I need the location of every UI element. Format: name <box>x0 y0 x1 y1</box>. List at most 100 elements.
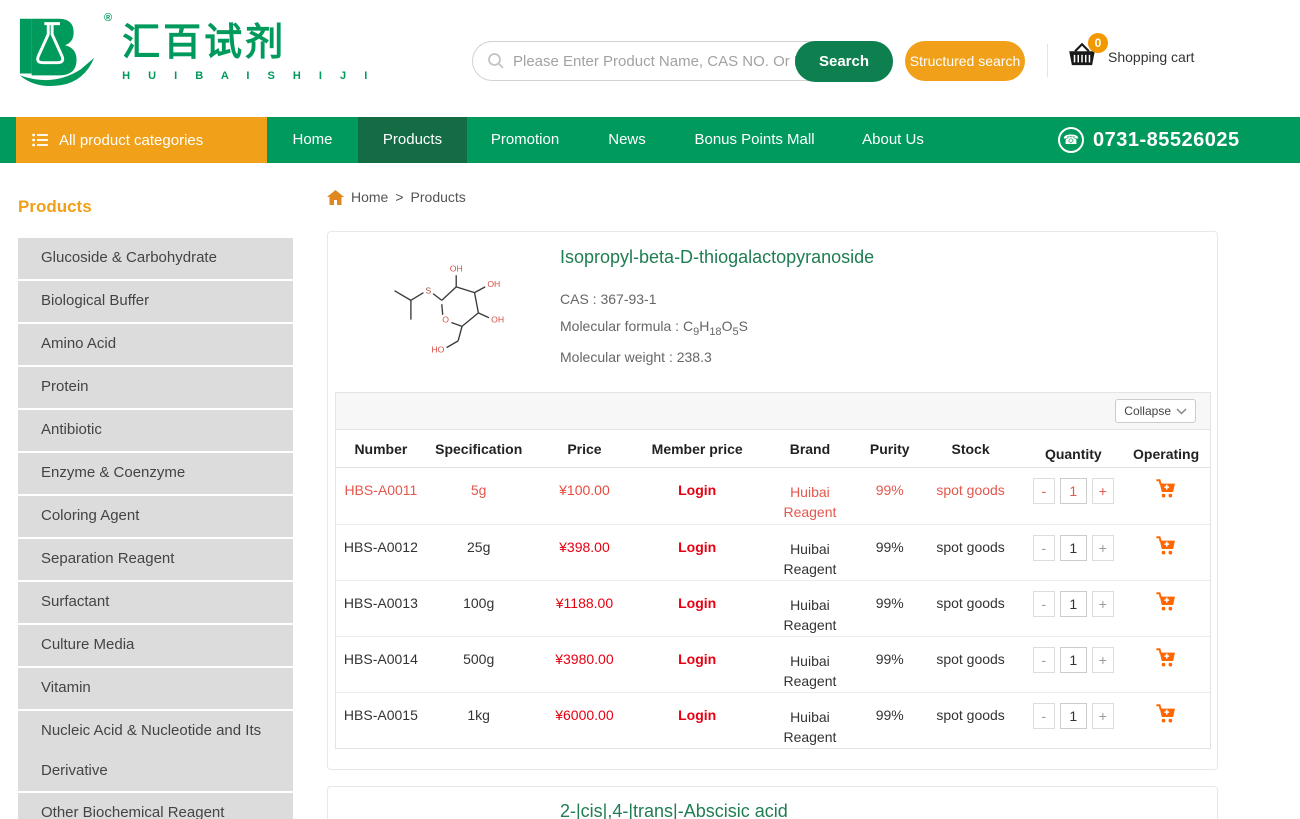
add-to-cart-button[interactable] <box>1155 535 1177 580</box>
brand-name: HuibaiReagent <box>783 539 836 580</box>
all-categories-label: All product categories <box>59 132 203 149</box>
sidebar-category-item[interactable]: Protein <box>18 367 293 408</box>
sidebar-category-item[interactable]: Other Biochemical Reagent <box>18 793 293 819</box>
brand-line: Huibai <box>783 707 836 727</box>
nav-item-products[interactable]: Products <box>358 117 467 163</box>
login-link[interactable]: Login <box>678 539 716 580</box>
quantity-increase-button[interactable]: + <box>1092 703 1114 729</box>
sidebar-title: Products <box>18 197 293 217</box>
add-to-cart-button[interactable] <box>1155 703 1177 748</box>
sidebar-category-item[interactable]: Antibiotic <box>18 410 293 451</box>
spec-price: ¥100.00 <box>532 468 638 524</box>
brand-line: Reagent <box>783 671 836 691</box>
atom-label-oh-right1: OH <box>487 279 500 289</box>
molecular-structure-image: S O OH OH OH HO <box>381 256 516 369</box>
sidebar-category-item[interactable]: Enzyme & Coenzyme <box>18 453 293 494</box>
quantity-input[interactable]: 1 <box>1060 703 1087 729</box>
breadcrumb-home[interactable]: Home <box>351 189 388 205</box>
cart-plus-icon <box>1155 535 1177 556</box>
quantity-decrease-button[interactable]: - <box>1033 478 1055 504</box>
sidebar-category-item[interactable]: Amino Acid <box>18 324 293 365</box>
breadcrumb: Home > Products <box>327 189 1218 205</box>
spec-price: ¥398.00 <box>532 525 638 580</box>
all-categories-button[interactable]: All product categories <box>16 117 267 163</box>
quantity-stepper: -1+ <box>1024 581 1122 636</box>
spec-size: 100g <box>426 581 532 636</box>
sidebar-category-item[interactable]: Surfactant <box>18 582 293 623</box>
brand-name: HuibaiReagent <box>783 482 836 524</box>
login-link[interactable]: Login <box>678 707 716 748</box>
quantity-input[interactable]: 1 <box>1060 591 1087 617</box>
nav-item-bonus-points-mall[interactable]: Bonus Points Mall <box>671 117 838 163</box>
search-bar: Search <box>472 41 893 81</box>
product-spec-row: HBS-A001225g¥398.00LoginHuibaiReagent99%… <box>336 524 1210 580</box>
atom-label-s: S <box>425 286 431 296</box>
nav-menu: HomeProductsPromotionNewsBonus Points Ma… <box>267 117 948 163</box>
spec-number[interactable]: HBS-A0014 <box>336 637 426 692</box>
search-button[interactable]: Search <box>795 41 893 82</box>
collapse-button[interactable]: Collapse <box>1115 399 1196 423</box>
nav-item-news[interactable]: News <box>583 117 671 163</box>
spec-number[interactable]: HBS-A0011 <box>336 468 426 524</box>
structured-search-button[interactable]: Structured search <box>905 41 1025 81</box>
product-spec-row: HBS-A00115g¥100.00LoginHuibaiReagent99%s… <box>336 468 1210 524</box>
nav-item-promotion[interactable]: Promotion <box>467 117 583 163</box>
table-body: HBS-A00115g¥100.00LoginHuibaiReagent99%s… <box>336 468 1210 748</box>
column-header: Number <box>336 430 426 467</box>
quantity-decrease-button[interactable]: - <box>1033 703 1055 729</box>
nav-item-home[interactable]: Home <box>267 117 358 163</box>
shopping-cart-link[interactable]: 0 Shopping cart <box>1066 42 1194 72</box>
sidebar-category-item[interactable]: Biological Buffer <box>18 281 293 322</box>
purity-value: 99% <box>863 468 917 524</box>
login-link[interactable]: Login <box>678 595 716 636</box>
brand-name: HuibaiReagent <box>783 595 836 636</box>
header-divider <box>1047 44 1048 77</box>
nav-item-about-us[interactable]: About Us <box>838 117 948 163</box>
stock-status: spot goods <box>917 525 1025 580</box>
product-spec-row: HBS-A0014500g¥3980.00LoginHuibaiReagent9… <box>336 636 1210 692</box>
spec-size: 1kg <box>426 693 532 748</box>
quantity-decrease-button[interactable]: - <box>1033 647 1055 673</box>
login-link[interactable]: Login <box>678 651 716 692</box>
add-to-cart-button[interactable] <box>1155 591 1177 636</box>
brand-line: Reagent <box>783 727 836 747</box>
operating-cell <box>1122 581 1210 636</box>
quantity-increase-button[interactable]: + <box>1092 478 1114 504</box>
quantity-input[interactable]: 1 <box>1060 647 1087 673</box>
sidebar-category-item[interactable]: Nucleic Acid & Nucleotide and Its Deriva… <box>18 711 293 791</box>
brand-line: Reagent <box>783 502 836 522</box>
logo-chinese-text: 汇百试剂 <box>122 24 375 64</box>
member-price-cell: Login <box>637 693 757 748</box>
login-link[interactable]: Login <box>678 482 716 524</box>
sidebar-category-item[interactable]: Separation Reagent <box>18 539 293 580</box>
registered-mark: ® <box>104 12 112 24</box>
spec-number[interactable]: HBS-A0015 <box>336 693 426 748</box>
sidebar-category-item[interactable]: Culture Media <box>18 625 293 666</box>
sidebar-category-item[interactable]: Coloring Agent <box>18 496 293 537</box>
quantity-decrease-button[interactable]: - <box>1033 535 1055 561</box>
sidebar-category-item[interactable]: Glucoside & Carbohydrate <box>18 238 293 279</box>
site-logo[interactable]: ® 汇百试剂 H U I B A I S H I J I <box>16 10 375 97</box>
sidebar-category-item[interactable]: Vitamin <box>18 668 293 709</box>
product-title-link[interactable]: Isopropyl-beta-D-thiogalactopyranoside <box>560 247 874 268</box>
search-icon <box>487 52 505 70</box>
product-spec-row: HBS-A00151kg¥6000.00LoginHuibaiReagent99… <box>336 692 1210 748</box>
table-header-row: NumberSpecificationPriceMember priceBran… <box>336 430 1210 468</box>
product2-title-link[interactable]: 2-|cis|,4-|trans|-Abscisic acid <box>560 801 788 819</box>
purity-value: 99% <box>863 525 917 580</box>
quantity-input[interactable]: 1 <box>1060 535 1087 561</box>
quantity-increase-button[interactable]: + <box>1092 647 1114 673</box>
quantity-increase-button[interactable]: + <box>1092 591 1114 617</box>
add-to-cart-button[interactable] <box>1155 478 1177 524</box>
spec-number[interactable]: HBS-A0013 <box>336 581 426 636</box>
quantity-decrease-button[interactable]: - <box>1033 591 1055 617</box>
quantity-increase-button[interactable]: + <box>1092 535 1114 561</box>
cart-plus-icon <box>1155 591 1177 612</box>
operating-cell <box>1122 637 1210 692</box>
add-to-cart-button[interactable] <box>1155 647 1177 692</box>
spec-price: ¥1188.00 <box>532 581 638 636</box>
quantity-input[interactable]: 1 <box>1060 478 1087 504</box>
brand-line: Huibai <box>783 482 836 502</box>
spec-size: 500g <box>426 637 532 692</box>
spec-number[interactable]: HBS-A0012 <box>336 525 426 580</box>
